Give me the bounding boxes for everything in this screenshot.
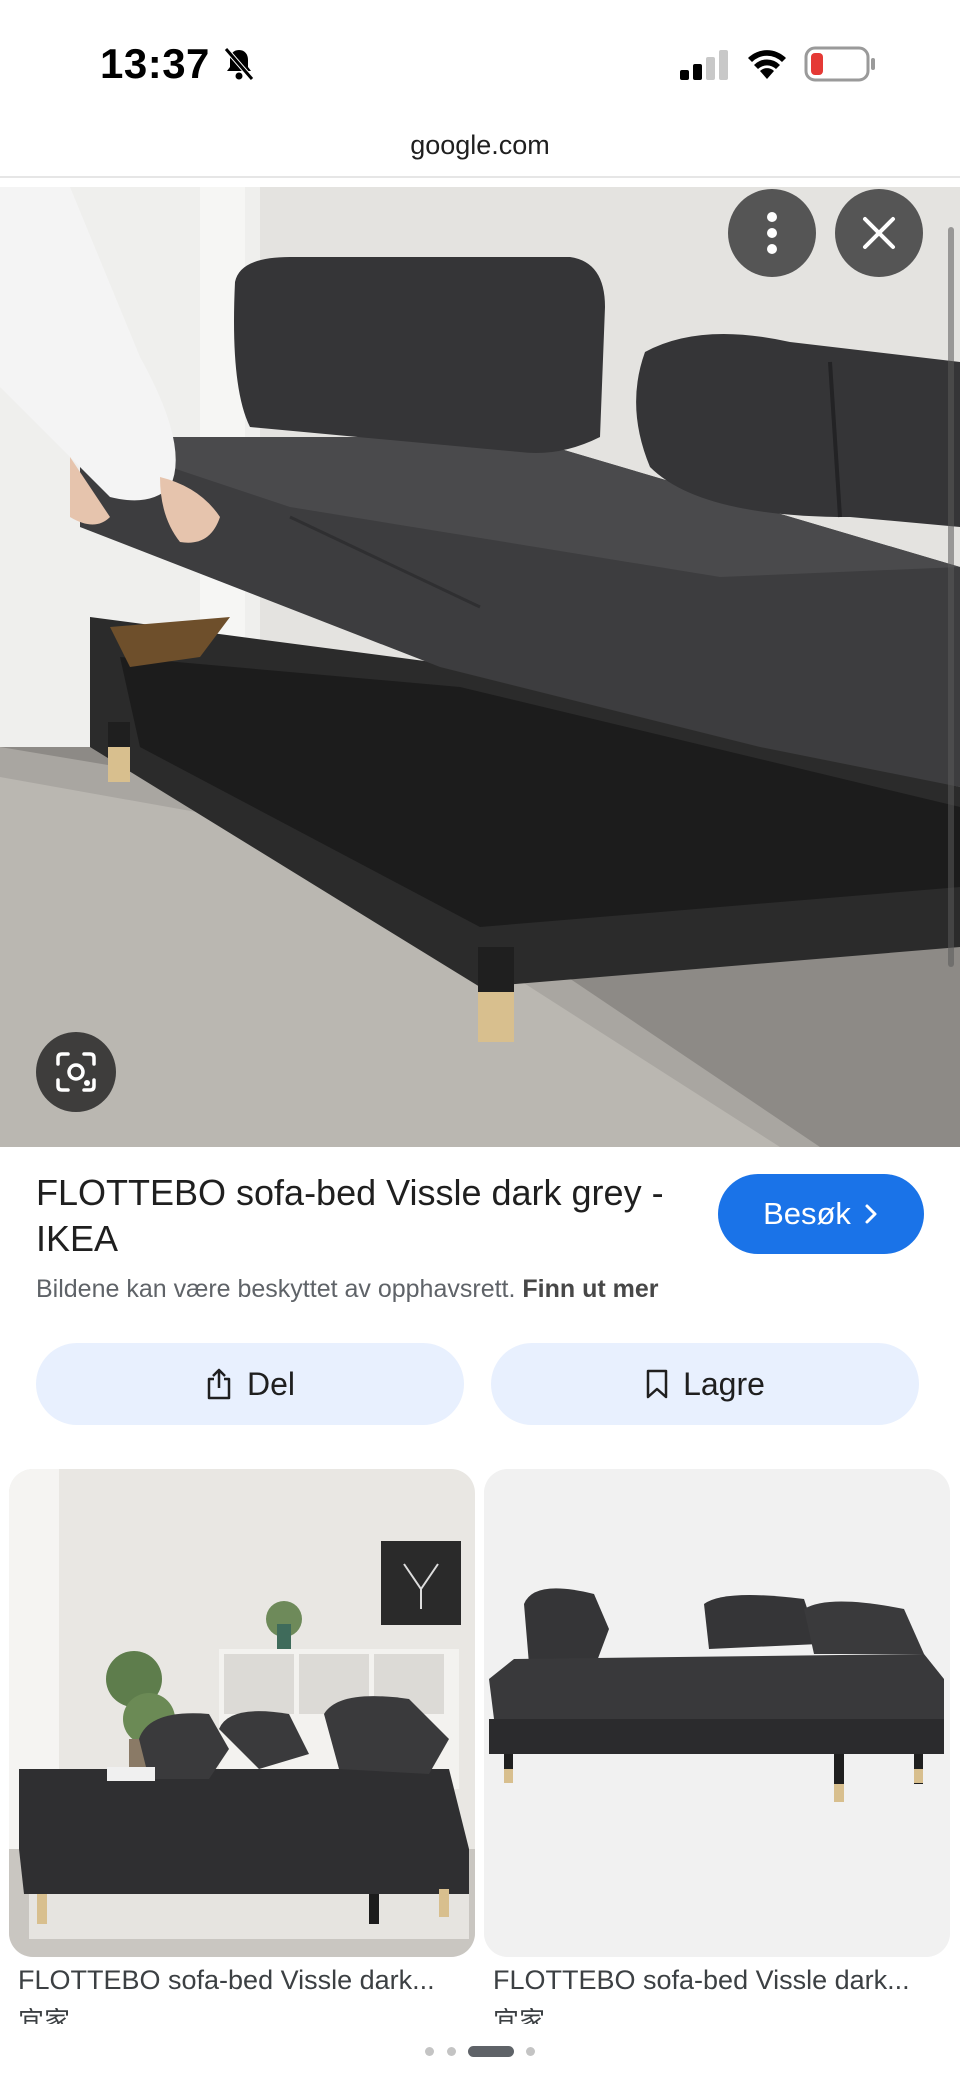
share-label: Del <box>246 1365 295 1402</box>
chevron-right-icon <box>865 1204 877 1224</box>
share-icon <box>207 1368 231 1400</box>
url-text: google.com <box>410 130 550 160</box>
wifi-icon <box>748 50 786 79</box>
image-viewer-page: 13:37 google.com FLOTTEBO sofa-bed Vissl… <box>0 0 960 2081</box>
lens-icon <box>56 1052 96 1092</box>
related-image-1[interactable] <box>9 1469 475 1957</box>
more-options-icon <box>767 212 777 254</box>
image-title: FLOTTEBO sofa-bed Vissle dark grey - IKE… <box>36 1172 664 1259</box>
page-dot <box>447 2047 456 2056</box>
product-sofa-photo <box>484 1469 950 1957</box>
page-dot <box>425 2047 434 2056</box>
visit-label: Besøk <box>763 1196 851 1231</box>
page-dot <box>526 2047 535 2056</box>
visit-button[interactable]: Besøk <box>718 1174 924 1254</box>
related-source-2: 宜家 <box>493 2008 546 2024</box>
related-source-1: 宜家 <box>18 2008 71 2024</box>
share-button[interactable]: Del <box>36 1343 464 1425</box>
page-dot-active <box>468 2046 514 2057</box>
main-image[interactable] <box>0 187 960 1147</box>
image-scrollbar[interactable] <box>948 227 954 967</box>
close-button[interactable] <box>835 189 923 277</box>
lens-button[interactable] <box>36 1032 116 1112</box>
status-bar: 13:37 <box>0 0 960 120</box>
living-room-sofa-photo <box>9 1469 475 1957</box>
signal-icon <box>680 50 728 80</box>
copyright-text: Bildene kan være beskyttet av opphavsret… <box>36 1275 516 1303</box>
learn-more-link[interactable]: Finn ut mer <box>522 1275 658 1303</box>
bookmark-icon <box>646 1369 668 1399</box>
page-indicator <box>0 2044 960 2058</box>
bell-slash-icon <box>224 47 254 81</box>
related-caption-2[interactable]: FLOTTEBO sofa-bed Vissle dark... <box>493 1965 953 1996</box>
url-bar[interactable]: google.com <box>0 120 960 178</box>
copyright-notice: Bildene kan være beskyttet av opphavsret… <box>36 1275 659 1304</box>
sofa-bed-photo <box>0 187 960 1147</box>
related-caption-1[interactable]: FLOTTEBO sofa-bed Vissle dark... <box>18 1965 478 1996</box>
related-image-2[interactable] <box>484 1469 950 1957</box>
save-button[interactable]: Lagre <box>491 1343 919 1425</box>
save-label: Lagre <box>683 1365 765 1402</box>
close-icon <box>863 217 895 249</box>
more-options-button[interactable] <box>728 189 816 277</box>
status-time: 13:37 <box>100 40 210 87</box>
battery-low-icon <box>804 46 875 82</box>
